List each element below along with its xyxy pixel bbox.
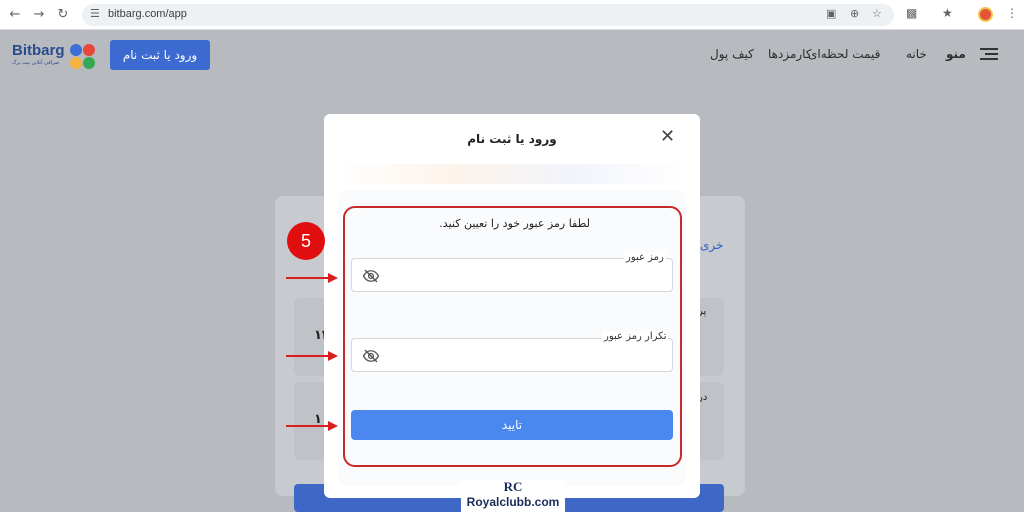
logo-mark-icon bbox=[70, 44, 96, 70]
confirm-password-field[interactable] bbox=[351, 338, 673, 372]
browser-toolbar: ← → ↻ ☰ bitbarg.com/app ▣ ⊕ ☆ ▩ ★ ⋮ bbox=[0, 0, 1024, 30]
watermark-logo: RC Royalclubb.com bbox=[461, 480, 565, 512]
more-vert-icon[interactable]: ⋮ bbox=[1006, 6, 1018, 20]
nav-home[interactable]: خانه bbox=[906, 47, 927, 61]
site-info-icon[interactable]: ☰ bbox=[90, 7, 100, 20]
extensions-icon[interactable]: ▩ bbox=[906, 6, 917, 20]
bookmark-star-icon[interactable]: ☆ bbox=[872, 7, 882, 20]
nav-wallet[interactable]: کیف پول bbox=[710, 47, 754, 61]
url-text: bitbarg.com/app bbox=[108, 8, 187, 20]
background-tab: خری bbox=[700, 238, 724, 252]
reload-icon[interactable]: ↻ bbox=[54, 6, 72, 24]
zoom-icon[interactable]: ⊕ bbox=[850, 7, 859, 20]
nav-menu-label[interactable]: منو bbox=[946, 47, 966, 61]
step-number-badge: 5 bbox=[287, 222, 325, 260]
arrow-right-icon bbox=[286, 421, 338, 431]
eye-off-icon[interactable] bbox=[362, 267, 380, 285]
close-icon[interactable]: ✕ bbox=[660, 128, 675, 146]
address-bar[interactable]: ☰ bitbarg.com/app ▣ ⊕ ☆ bbox=[82, 4, 894, 26]
install-icon[interactable]: ▣ bbox=[826, 7, 836, 20]
modal-title: ورود یا ثبت نام bbox=[467, 132, 557, 146]
arrow-right-icon bbox=[286, 351, 338, 361]
back-icon[interactable]: ← bbox=[6, 6, 24, 24]
password-label: رمز عبور bbox=[624, 252, 666, 263]
site-logo[interactable]: Bitbarg صرافی آنلاین بیت برگ bbox=[12, 42, 98, 74]
logo-text: Bitbarg bbox=[12, 42, 65, 59]
logo-tagline: صرافی آنلاین بیت برگ bbox=[12, 60, 60, 66]
nav-fees[interactable]: کارمزدها bbox=[768, 47, 812, 61]
password-input[interactable] bbox=[386, 263, 666, 289]
confirm-password-input[interactable] bbox=[386, 343, 666, 369]
hamburger-menu-icon[interactable] bbox=[980, 48, 998, 60]
watermark-mark: RC bbox=[503, 479, 523, 494]
form-instruction: لطفا رمز عبور خود را تعیین کنید. bbox=[439, 217, 590, 230]
header-login-button[interactable]: ورود یا ثبت نام bbox=[110, 40, 210, 70]
forward-icon[interactable]: → bbox=[30, 6, 48, 24]
confirm-password-label: تکرار رمز عبور bbox=[602, 331, 669, 342]
nav-prices[interactable]: قیمت لحظه‌ای bbox=[808, 47, 880, 61]
password-field[interactable] bbox=[351, 258, 673, 292]
profile-avatar[interactable] bbox=[978, 7, 993, 22]
watermark-site: Royalclubb.com bbox=[466, 495, 560, 509]
modal-divider bbox=[340, 164, 684, 184]
eye-off-icon[interactable] bbox=[362, 347, 380, 365]
bookmarks-icon[interactable]: ★ bbox=[942, 6, 953, 20]
arrow-right-icon bbox=[286, 273, 338, 283]
submit-button[interactable]: تایید bbox=[351, 410, 673, 440]
